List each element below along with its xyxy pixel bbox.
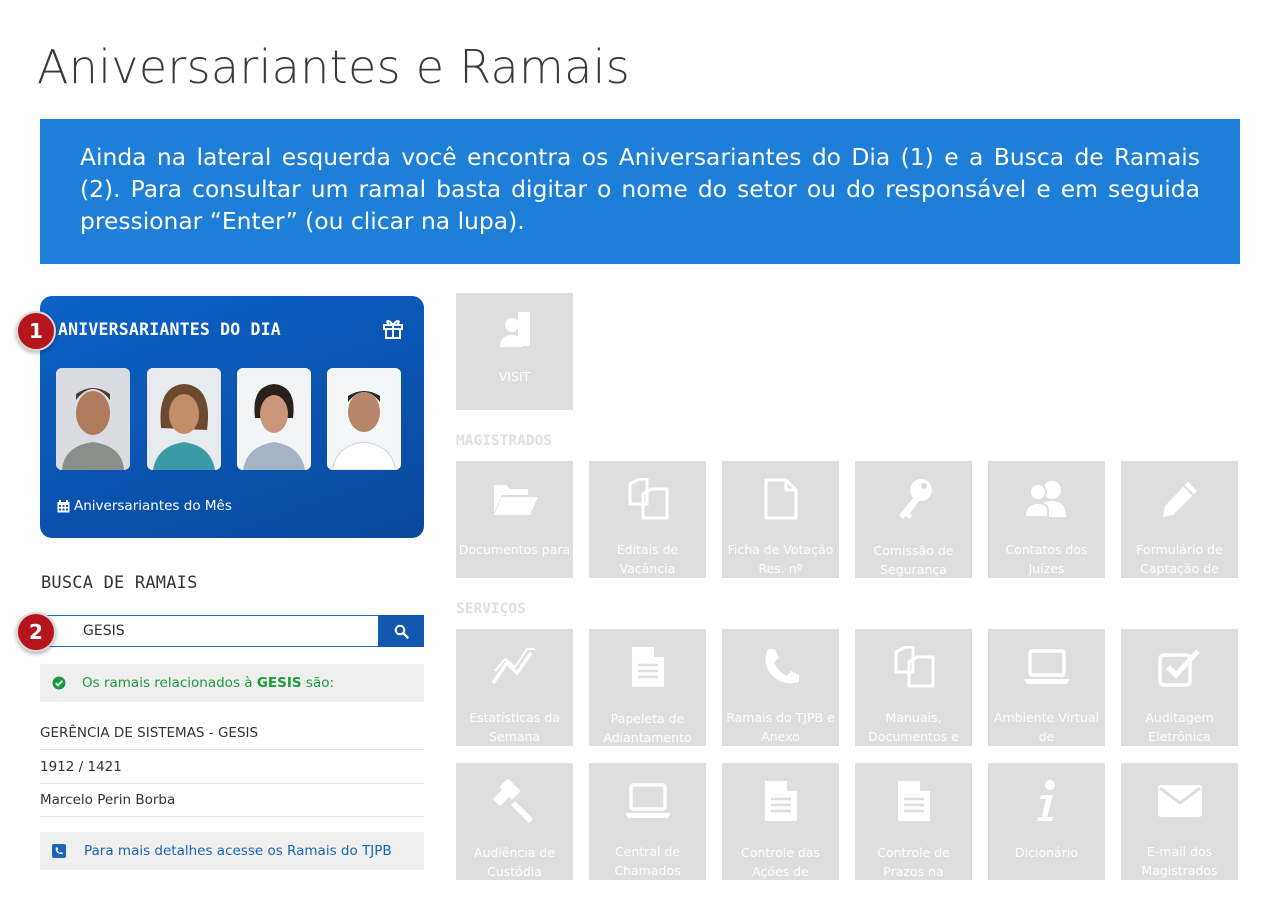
tile-label: Comissão de Segurança (873, 543, 954, 577)
tile-servicos-row2-2[interactable]: Central de Chamados (589, 763, 706, 880)
result-extensions: 1912 / 1421 (40, 759, 424, 784)
tile-label: Ambiente Virtual de (993, 710, 1100, 745)
visit-icon (498, 309, 532, 353)
tile-label: Ramais do TJPB e Anexo (726, 710, 835, 745)
result-term: GESIS (256, 675, 302, 691)
tile-magistrados-2[interactable]: Editais de Vacância (589, 461, 706, 578)
person-photo-icon (237, 368, 311, 470)
search-button[interactable] (378, 615, 424, 647)
info-banner: Ainda na lateral esquerda você encontra … (40, 119, 1240, 264)
line-chart-icon (491, 645, 539, 688)
birthdays-title: ANIVERSARIANTES DO DIA (58, 320, 281, 339)
search-icon (394, 624, 409, 639)
tile-label: Controle das Ações de (741, 845, 820, 879)
info-banner-text: Ainda na lateral esquerda você encontra … (80, 143, 1200, 235)
search-result-text: Os ramais relacionados à GESIS são: (82, 675, 334, 691)
birthdays-card: ANIVERSARIANTES DO DIA Aniversariantes d… (40, 296, 424, 538)
tile-label: Audiência de Custódia (473, 845, 556, 879)
tile-servicos-row2-3[interactable]: Controle das Ações de (722, 763, 839, 880)
folder-open-icon (492, 477, 538, 520)
document-icon (896, 779, 932, 823)
tile-label: Controle de Prazos na (877, 845, 950, 879)
gift-icon (383, 320, 403, 339)
result-prefix: Os ramais relacionados à (82, 675, 257, 691)
laptop-icon (624, 779, 672, 822)
tile-magistrados-5[interactable]: Contatos dos Juízes (988, 461, 1105, 578)
check-circle-icon (52, 676, 66, 690)
document-icon (763, 779, 799, 823)
tile-servicos-row1-1[interactable]: Estatísticas da Semana (456, 629, 573, 746)
calendar-icon (57, 499, 70, 512)
extension-search-form (40, 615, 424, 647)
tile-servicos-row2-1[interactable]: Audiência de Custódia (456, 763, 573, 880)
tile-label: Auditagem Eletrônica (1145, 710, 1214, 745)
extension-search-heading: BUSCA DE RAMAIS (41, 573, 198, 593)
tile-label: Central de Chamados (614, 844, 681, 879)
phone-icon (762, 645, 800, 688)
search-result-alert: Os ramais relacionados à GESIS são: (40, 664, 424, 702)
users-icon (1023, 477, 1070, 520)
section-servicos-label: SERVIÇOS (456, 601, 526, 617)
birthday-photo-4[interactable] (327, 368, 401, 470)
tile-label: Dicionário (1015, 845, 1078, 860)
tile-label: Papeleta de Adiantamento (603, 711, 692, 745)
person-photo-icon (147, 368, 221, 470)
section-magistrados-label: MAGISTRADOS (456, 433, 553, 449)
tile-servicos-row1-4[interactable]: Manuais, Documentos e (855, 629, 972, 746)
copy-icon (893, 645, 935, 688)
page-title: Aniversariantes e Ramais (37, 40, 630, 94)
step-badge-1: 1 (16, 311, 56, 351)
pencil-icon (1160, 477, 1200, 520)
envelope-icon (1157, 779, 1203, 822)
birthday-photo-3[interactable] (237, 368, 311, 470)
result-suffix: são: (301, 675, 335, 691)
tile-servicos-row1-2[interactable]: Papeleta de Adiantamento (589, 629, 706, 746)
result-department: GERÊNCIA DE SISTEMAS - GESIS (40, 725, 424, 750)
file-icon (764, 477, 798, 520)
tile-magistrados-6[interactable]: Formulário de Captação de (1121, 461, 1238, 578)
birthday-photo-2[interactable] (147, 368, 221, 470)
tile-magistrados-4[interactable]: Comissão de Segurança (855, 461, 972, 578)
info-icon (1035, 779, 1059, 823)
tile-label: Editais de Vacância (616, 542, 679, 577)
tile-label: Manuais, Documentos e (868, 710, 959, 745)
person-photo-icon (56, 368, 130, 470)
laptop-icon (1023, 645, 1071, 688)
birthdays-month-label: Aniversariantes do Mês (74, 498, 232, 514)
tile-visit[interactable]: VISIT (456, 293, 573, 410)
tile-servicos-row2-4[interactable]: Controle de Prazos na (855, 763, 972, 880)
key-icon (894, 477, 934, 521)
tile-label: Formulário de Captação de (1136, 542, 1223, 577)
gavel-icon (492, 779, 537, 823)
tile-label: Ficha de Votação Res. nº (727, 542, 834, 577)
tile-label: Documentos para (458, 542, 571, 558)
tile-label: Contatos dos Juízes (1005, 542, 1088, 577)
step-badge-2: 2 (16, 612, 56, 652)
tile-magistrados-3[interactable]: Ficha de Votação Res. nº (722, 461, 839, 578)
person-photo-icon (327, 368, 401, 470)
tile-servicos-row2-6[interactable]: E-mail dos Magistrados (1121, 763, 1238, 880)
more-details-alert: Para mais detalhes acesse os Ramais do T… (40, 832, 424, 870)
tile-servicos-row1-3[interactable]: Ramais do TJPB e Anexo (722, 629, 839, 746)
phone-square-icon (52, 844, 66, 858)
tile-label: VISIT (498, 369, 531, 384)
tile-label: E-mail dos Magistrados (1141, 844, 1218, 879)
tile-label: Estatísticas da Semana (469, 710, 560, 745)
tile-servicos-row2-5[interactable]: Dicionário (988, 763, 1105, 880)
birthdays-month-link[interactable]: Aniversariantes do Mês (57, 498, 232, 514)
tile-servicos-row1-5[interactable]: Ambiente Virtual de (988, 629, 1105, 746)
tile-servicos-row1-6[interactable]: Auditagem Eletrônica (1121, 629, 1238, 746)
checkbox-icon (1157, 645, 1202, 688)
more-details-link[interactable]: Para mais detalhes acesse os Ramais do T… (84, 843, 392, 859)
copy-icon (627, 477, 669, 520)
tile-magistrados-1[interactable]: Documentos para (456, 461, 573, 578)
birthday-photo-1[interactable] (56, 368, 130, 470)
document-icon (630, 645, 666, 689)
result-responsible: Marcelo Perin Borba (40, 792, 424, 817)
extension-search-input[interactable] (40, 615, 378, 647)
